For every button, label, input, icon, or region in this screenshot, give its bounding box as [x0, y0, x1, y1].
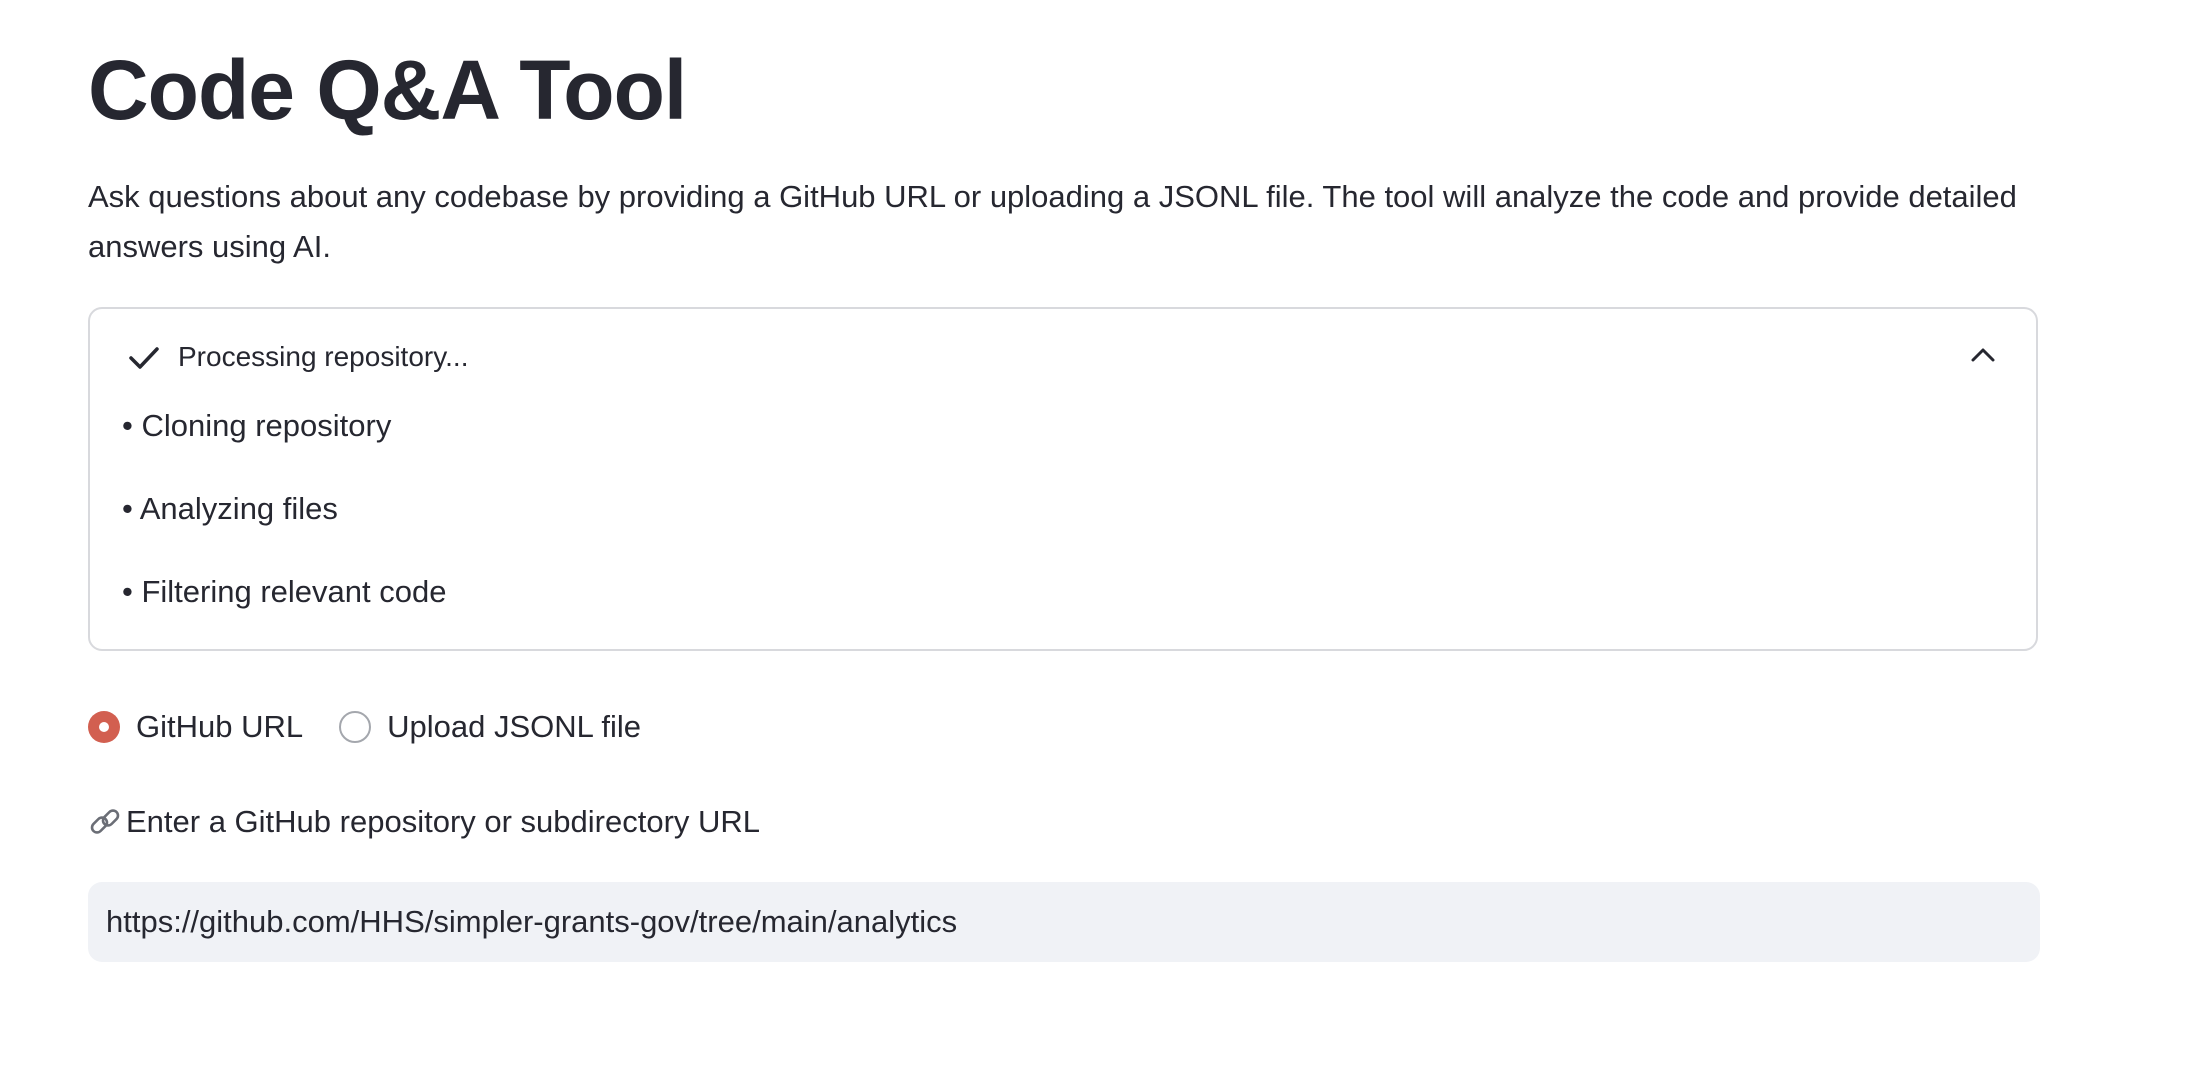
processing-step: • Filtering relevant code: [122, 574, 447, 609]
url-label-text: Enter a GitHub repository or subdirector…: [126, 804, 761, 839]
radio-unselected-icon[interactable]: [339, 711, 372, 743]
radio-label-github-url: GitHub URL: [136, 709, 304, 744]
radio-option-upload-jsonl[interactable]: Upload JSONL file: [339, 706, 641, 748]
page-title: Code Q&A Tool: [88, 43, 687, 137]
url-field-label: Enter a GitHub repository or subdirector…: [88, 800, 760, 844]
processing-step: • Cloning repository: [122, 408, 392, 443]
page-description: Ask questions about any codebase by prov…: [88, 179, 2017, 264]
processing-steps-list: • Cloning repository • Analyzing files •…: [122, 405, 446, 654]
radio-label-upload-jsonl: Upload JSONL file: [387, 709, 641, 744]
status-panel-header[interactable]: Processing repository...: [90, 309, 2036, 403]
status-panel-title: Processing repository...: [178, 341, 469, 372]
source-type-radio-group: GitHub URL Upload JSONL file: [88, 706, 677, 748]
check-icon: [128, 345, 160, 371]
radio-option-github-url[interactable]: GitHub URL: [88, 706, 303, 748]
radio-selected-icon[interactable]: [88, 711, 120, 743]
github-url-input[interactable]: [88, 882, 2040, 962]
processing-status-panel: Processing repository... • Cloning repos…: [88, 307, 2038, 651]
chevron-up-icon[interactable]: [1970, 345, 1996, 363]
processing-step: • Analyzing files: [122, 491, 338, 526]
link-icon: [88, 805, 122, 839]
